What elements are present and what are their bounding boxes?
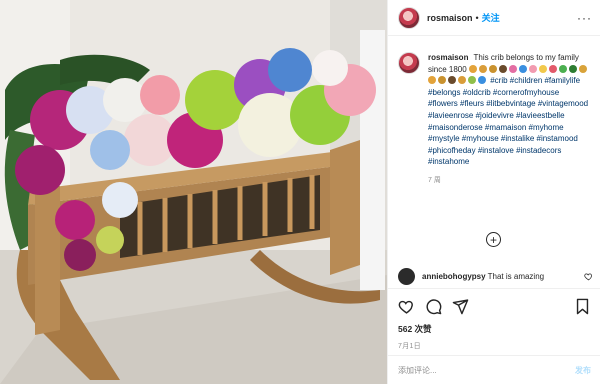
emoji-icon xyxy=(558,64,567,73)
comment-text-wrap: anniebohogypsy That is amazing xyxy=(422,272,544,281)
add-comment-bar: 发布 xyxy=(388,355,600,384)
caption-avatar[interactable] xyxy=(398,52,420,74)
emoji-icon xyxy=(498,64,507,73)
emoji-icon xyxy=(458,76,466,85)
emoji-icon xyxy=(468,76,476,85)
emoji-icon xyxy=(448,76,456,85)
caption-username[interactable]: rosmaison xyxy=(428,53,468,62)
comment-avatar[interactable] xyxy=(398,268,415,285)
actions-bar: 562 次赞 7月1日 xyxy=(388,288,600,351)
comment-icon[interactable] xyxy=(425,298,442,315)
comment-text: That is amazing xyxy=(487,272,545,281)
emoji-icon xyxy=(478,64,487,73)
comment-heart-icon[interactable] xyxy=(584,272,593,281)
emoji-icon xyxy=(438,76,446,85)
more-options-icon[interactable]: ··· xyxy=(577,11,592,25)
emoji-icon xyxy=(478,76,486,85)
post-username[interactable]: rosmaison xyxy=(427,13,473,23)
emoji-icon xyxy=(528,64,537,73)
comment-input[interactable] xyxy=(398,365,575,375)
heart-icon[interactable] xyxy=(398,298,415,315)
likes-count[interactable]: 562 次赞 xyxy=(398,323,591,335)
post-date[interactable]: 7月1日 xyxy=(398,341,591,351)
action-icons-row xyxy=(398,297,591,315)
emoji-icon xyxy=(578,64,587,73)
emoji-icon xyxy=(508,64,517,73)
emoji-icon xyxy=(488,64,497,73)
plus-circle-icon: + xyxy=(489,232,497,247)
caption-area: rosmaison This crib belongs to my family… xyxy=(388,36,600,256)
emoji-icon xyxy=(568,64,577,73)
caption-hashtags[interactable]: #crib #children #familylife #belongs #ol… xyxy=(428,76,588,166)
caption-time: 7 周 xyxy=(428,176,441,184)
post-header: rosmaison • 关注 ··· xyxy=(388,0,600,36)
post-side-panel: rosmaison • 关注 ··· rosmaison This crib b… xyxy=(387,0,600,384)
paper-plane-icon[interactable] xyxy=(452,298,469,315)
comment-item: anniebohogypsy That is amazing xyxy=(398,268,593,285)
follow-button[interactable]: 关注 xyxy=(482,11,500,24)
emoji-icon xyxy=(468,64,477,73)
comment-username[interactable]: anniebohogypsy xyxy=(422,272,486,281)
caption: rosmaison This crib belongs to my family… xyxy=(428,52,590,256)
load-more-comments-button[interactable]: + xyxy=(486,232,501,247)
emoji-icon xyxy=(518,64,527,73)
avatar[interactable] xyxy=(398,6,420,29)
emoji-icon xyxy=(428,76,436,85)
emoji-icon xyxy=(548,64,557,73)
post-comment-button[interactable]: 发布 xyxy=(575,365,591,376)
emoji-icon xyxy=(538,64,547,73)
post-photo[interactable] xyxy=(0,0,387,384)
bookmark-icon[interactable] xyxy=(574,298,591,315)
separator-dot: • xyxy=(475,12,479,23)
